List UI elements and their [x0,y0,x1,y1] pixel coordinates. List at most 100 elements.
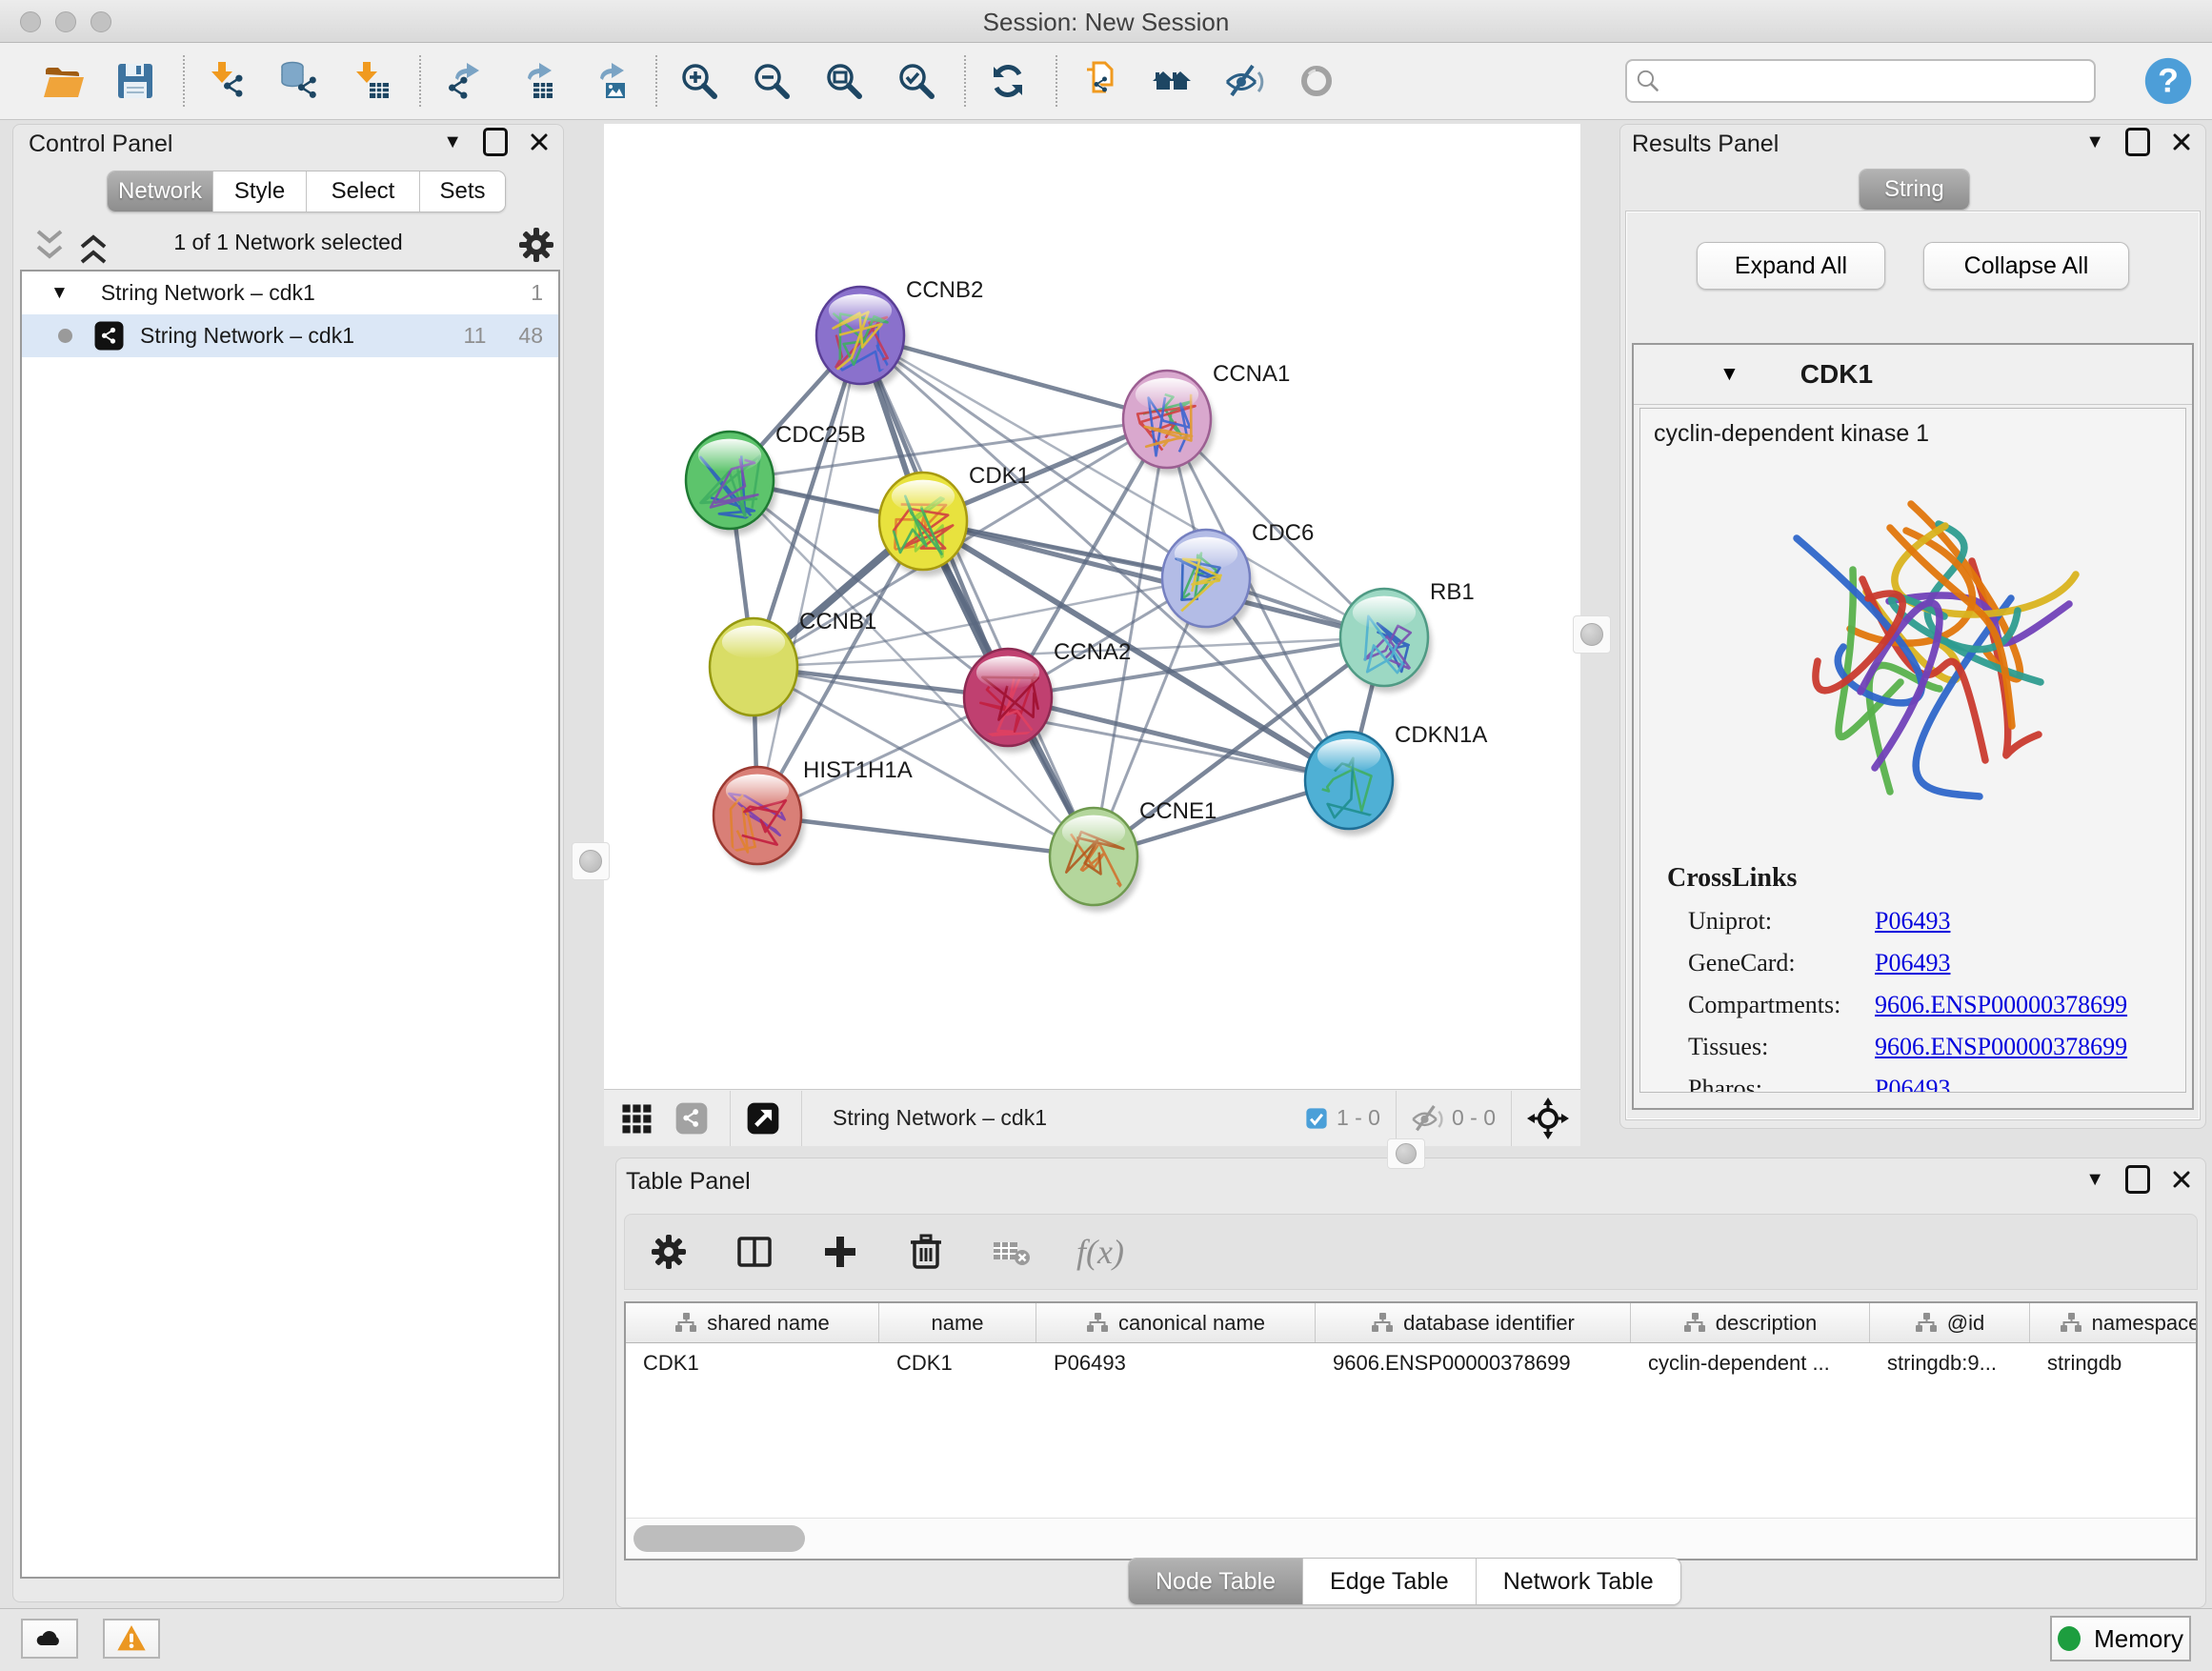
network-node-CDC6[interactable]: CDC6 [1162,520,1314,634]
grid-view-icon[interactable] [617,1097,659,1139]
warnings-button[interactable] [103,1619,160,1659]
scrollbar-thumb[interactable] [633,1525,805,1552]
column-header-shared-name[interactable]: shared name [626,1303,879,1342]
zoom-out-button[interactable] [751,57,798,105]
float-panel-icon[interactable] [483,128,508,156]
column-header-namespace[interactable]: namespace [2030,1303,2198,1342]
collapse-section-icon[interactable]: ▼ [1714,362,1745,387]
tab-network[interactable]: Network [108,171,213,211]
cloud-button[interactable] [21,1619,78,1659]
table-toolbar: f(x) [624,1214,2198,1290]
bottom-splitter-handle[interactable] [1387,1138,1425,1169]
column-header-name[interactable]: name [879,1303,1036,1342]
delete-column-icon [905,1231,947,1273]
close-panel-icon[interactable] [2171,1169,2192,1190]
tab-network-table[interactable]: Network Table [1477,1559,1680,1604]
zoom-selected-button[interactable] [895,57,943,105]
clone-network-button[interactable] [1078,57,1126,105]
node-label: CDKN1A [1395,722,1487,748]
float-panel-icon[interactable] [2125,128,2150,156]
selected-checkbox-icon[interactable] [1304,1106,1329,1131]
tab-string[interactable]: String [1860,170,1969,210]
zoom-fit-icon [823,60,865,102]
network-node-HIST1H1A[interactable]: HIST1H1A [714,757,913,871]
search-input[interactable] [1625,59,2096,103]
crosslink-label: Uniprot: [1688,907,1875,936]
close-panel-icon[interactable] [2171,131,2192,152]
network-canvas[interactable]: CCNB2 CCNA1 CDC25B CDK1 CDC6 [604,124,1580,1089]
split-columns-button[interactable] [734,1230,777,1274]
main-toolbar: ? [0,43,2212,120]
crosslink-link[interactable]: P06493 [1875,949,1950,977]
fit-selected-crosshair-icon[interactable] [1527,1097,1569,1139]
network-node-CDC25B[interactable]: CDC25B [686,422,866,535]
zoom-fit-button[interactable] [823,57,871,105]
open-external-view-icon[interactable] [744,1097,786,1139]
gear-button[interactable] [648,1230,692,1274]
network-tree-row[interactable]: ▼String Network – cdk11 [22,272,558,314]
zoom-in-button[interactable] [678,57,726,105]
network-node-RB1[interactable]: RB1 [1340,579,1475,693]
network-node-CCNB2[interactable]: CCNB2 [816,277,983,391]
crosslink-link[interactable]: 9606.ENSP00000378699 [1875,991,2127,1019]
network-options-gear-icon[interactable] [515,224,552,260]
table-row[interactable]: CDK1CDK1P064939606.ENSP00000378699cyclin… [626,1343,2196,1383]
tree-expand-icon[interactable]: ▼ [50,283,69,304]
crosslink-link[interactable]: 9606.ENSP00000378699 [1875,1033,2127,1061]
open-session-button[interactable] [42,57,90,105]
birdseye-button[interactable] [1296,57,1343,105]
tab-sets[interactable]: Sets [420,171,505,211]
network-tree-row[interactable]: String Network – cdk11148 [22,314,558,357]
graphics-details-button[interactable] [1223,57,1271,105]
memory-button[interactable]: Memory [2050,1616,2191,1661]
import-table-button[interactable] [351,57,398,105]
horizontal-scrollbar[interactable] [626,1518,2196,1559]
column-header-canonical-name[interactable]: canonical name [1036,1303,1316,1342]
column-header-database-identifier[interactable]: database identifier [1316,1303,1631,1342]
right-splitter-handle[interactable] [1573,615,1611,654]
left-splitter-handle[interactable] [572,842,610,880]
add-column-button[interactable] [819,1230,863,1274]
network-node-CCNB1[interactable]: CCNB1 [710,609,876,722]
tab-node-table[interactable]: Node Table [1129,1559,1303,1604]
export-image-button[interactable] [587,57,634,105]
tab-select[interactable]: Select [307,171,420,211]
close-panel-icon[interactable] [529,131,550,152]
expand-all-button[interactable]: Expand All [1697,242,1885,290]
help-button[interactable]: ? [2142,54,2195,108]
export-table-button[interactable] [514,57,562,105]
hidden-eye-icon[interactable] [1410,1101,1444,1136]
delete-column-button[interactable] [905,1230,949,1274]
function-builder-button[interactable]: f(x) [1076,1230,1124,1274]
column-header-description[interactable]: description [1631,1303,1870,1342]
panel-menu-icon[interactable]: ▼ [443,132,462,151]
cloud-icon [33,1622,66,1655]
first-neighbors-button[interactable] [1151,57,1198,105]
apply-layout-button[interactable] [987,57,1035,105]
import-database-button[interactable] [278,57,326,105]
crosslink-link[interactable]: P06493 [1875,907,1950,936]
column-header--id[interactable]: @id [1870,1303,2030,1342]
column-label: description [1716,1311,1817,1336]
collapse-all-button[interactable]: Collapse All [1923,242,2129,290]
network-node-CCNA2[interactable]: CCNA2 [964,639,1131,753]
network-badge-icon[interactable] [673,1097,714,1139]
network-tree: ▼String Network – cdk11 String Network –… [20,270,560,1579]
float-panel-icon[interactable] [2125,1165,2150,1194]
tab-style[interactable]: Style [213,171,307,211]
column-label: namespace [2092,1311,2198,1336]
network-node-CDK1[interactable]: CDK1 [879,463,1030,576]
save-session-button[interactable] [114,57,162,105]
open-external-icon [744,1099,782,1137]
control-panel-title: Control Panel [29,131,172,157]
export-network-button[interactable] [442,57,490,105]
panel-menu-icon[interactable]: ▼ [2085,132,2104,151]
import-network-button[interactable] [206,57,253,105]
crosslink-link[interactable]: P06493 [1875,1075,1950,1093]
panel-menu-icon[interactable]: ▼ [2085,1170,2104,1189]
clear-table-button[interactable] [991,1230,1035,1274]
network-node-CCNE1[interactable]: CCNE1 [1050,798,1217,912]
tab-edge-table[interactable]: Edge Table [1303,1559,1477,1604]
split-columns-icon [734,1231,775,1273]
network-node-CDKN1A[interactable]: CDKN1A [1305,722,1487,836]
